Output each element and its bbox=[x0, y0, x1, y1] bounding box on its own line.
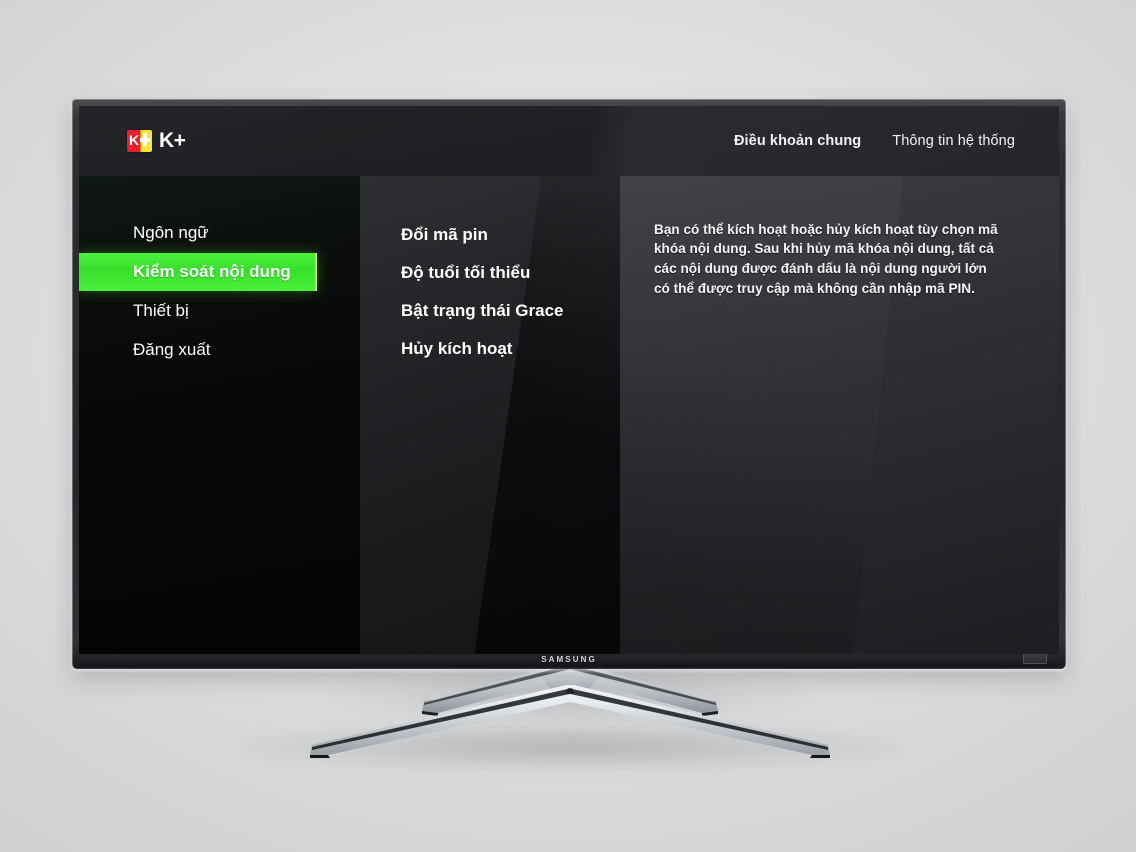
tv-screen-bezel: K K+ Điều khoản chung Thông tin hệ thống bbox=[79, 106, 1059, 654]
samsung-brand-logo: SAMSUNG bbox=[541, 655, 597, 664]
submenu-panel: Đổi mã pin Độ tuổi tối thiểu Bật trạng t… bbox=[360, 176, 620, 654]
tv-bottom-bezel: SAMSUNG bbox=[79, 653, 1059, 667]
brand-logo: K K+ bbox=[127, 129, 186, 153]
tv-stand bbox=[272, 655, 868, 765]
sidebar-item-logout[interactable]: Đăng xuất bbox=[79, 331, 360, 369]
sidebar-item-language[interactable]: Ngôn ngữ bbox=[79, 214, 360, 252]
app-header: K K+ Điều khoản chung Thông tin hệ thống bbox=[79, 106, 1059, 176]
sidebar-item-device[interactable]: Thiết bị bbox=[79, 292, 360, 330]
sidebar: Ngôn ngữ Kiểm soát nội dung Thiết bị Đăn… bbox=[79, 176, 360, 654]
description-text: Bạn có thể kích hoạt hoặc hủy kích hoạt … bbox=[654, 221, 998, 296]
submenu-item-change-pin[interactable]: Đổi mã pin bbox=[360, 216, 620, 254]
submenu-item-minimum-age[interactable]: Độ tuổi tối thiểu bbox=[360, 254, 620, 292]
sidebar-item-content-control[interactable]: Kiểm soát nội dung bbox=[79, 253, 317, 291]
nav-item-terms[interactable]: Điều khoản chung bbox=[734, 133, 861, 149]
settings-body: Ngôn ngữ Kiểm soát nội dung Thiết bị Đăn… bbox=[79, 176, 1059, 654]
description-panel: Bạn có thể kích hoạt hoặc hủy kích hoạt … bbox=[620, 176, 1059, 654]
kplus-logo-icon: K bbox=[127, 130, 152, 152]
logo-plus-icon bbox=[140, 132, 151, 148]
tv-ir-sensor bbox=[1023, 653, 1047, 664]
tv-screen: K K+ Điều khoản chung Thông tin hệ thống bbox=[79, 106, 1059, 654]
submenu-item-grace-state[interactable]: Bật trạng thái Grace bbox=[360, 292, 620, 330]
tv-product-scene: SAMSUNG K K+ Điều khoản chung Thông tin … bbox=[0, 0, 1136, 852]
header-nav: Điều khoản chung Thông tin hệ thống bbox=[734, 133, 1059, 149]
logo-letter-k: K bbox=[129, 132, 140, 148]
submenu-item-deactivate[interactable]: Hủy kích hoạt bbox=[360, 330, 620, 368]
nav-item-system-info[interactable]: Thông tin hệ thống bbox=[892, 133, 1015, 149]
brand-name: K+ bbox=[159, 129, 186, 152]
tv-chassis: SAMSUNG K K+ Điều khoản chung Thông tin … bbox=[72, 99, 1066, 669]
